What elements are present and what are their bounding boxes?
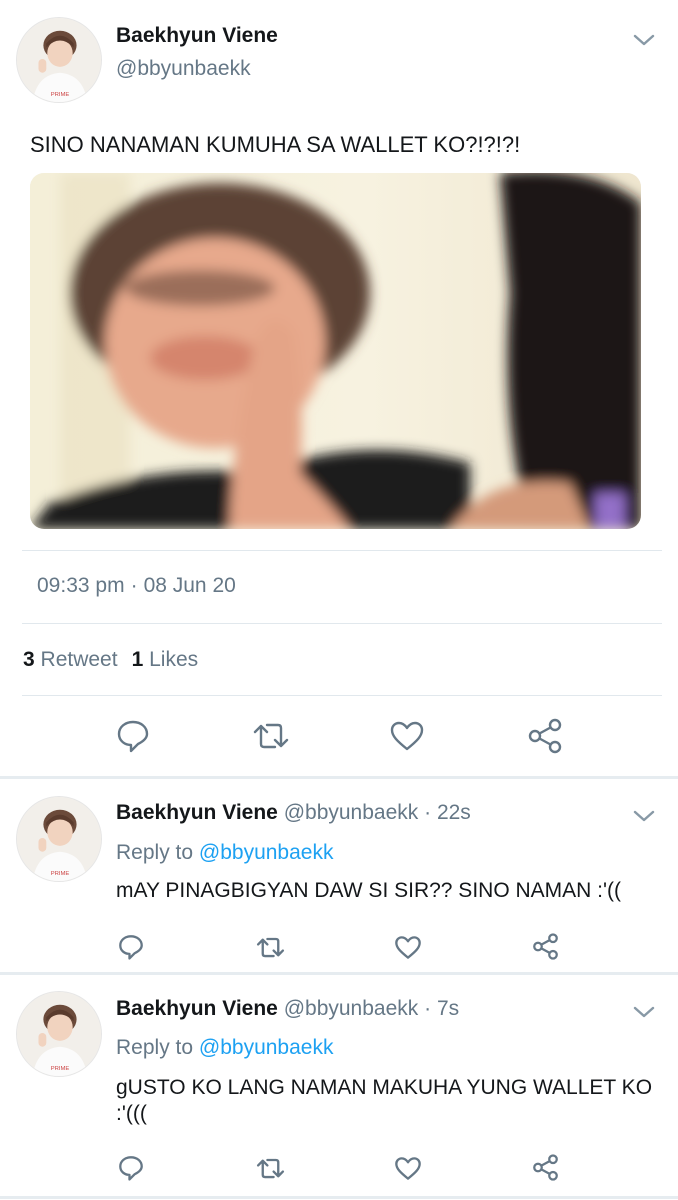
- tweet-text: SINO NANAMAN KUMUHA SA WALLET KO?!?!?!: [30, 132, 521, 157]
- chevron-down-icon[interactable]: [630, 30, 658, 50]
- retweet-button[interactable]: [255, 1156, 286, 1181]
- reply-icon: [119, 1156, 143, 1181]
- avatar-photo: PRIME: [17, 797, 101, 881]
- retweet-count: 3: [23, 648, 35, 671]
- author-handle[interactable]: @bbyunbaekk: [116, 57, 251, 81]
- like-button[interactable]: [394, 1156, 422, 1181]
- reply-text: gUSTO KO LANG NAMAN MAKUHA YUNG WALLET K…: [116, 1076, 653, 1125]
- like-button[interactable]: [389, 720, 425, 752]
- thread-divider: [0, 776, 678, 779]
- chevron-down-icon[interactable]: [630, 1002, 658, 1022]
- share-icon: [533, 933, 558, 960]
- avatar-photo: PRIME: [17, 18, 101, 102]
- like-stat[interactable]: 1 Likes: [132, 648, 199, 671]
- avatar-caption: PRIME: [51, 871, 70, 877]
- divider: [22, 623, 662, 624]
- avatar[interactable]: PRIME: [16, 991, 102, 1077]
- avatar-caption: PRIME: [51, 92, 70, 98]
- chevron-down-icon[interactable]: [630, 806, 658, 826]
- reply-button[interactable]: [118, 1155, 144, 1181]
- share-button[interactable]: [527, 718, 563, 754]
- reply-time: · 22s: [424, 801, 471, 824]
- share-button[interactable]: [532, 1154, 559, 1181]
- reply-to-handle[interactable]: @bbyunbaekk: [199, 1036, 334, 1059]
- tweet-photo[interactable]: [30, 173, 641, 529]
- retweet-icon: [256, 937, 285, 958]
- reply-text: mAY PINAGBIGYAN DAW SI SIR?? SINO NAMAN …: [116, 879, 621, 902]
- author-name[interactable]: Baekhyun Viene: [116, 801, 278, 824]
- retweet-button[interactable]: [255, 935, 286, 960]
- reply-to-label: Reply to: [116, 1036, 194, 1059]
- author-handle[interactable]: @bbyunbaekk: [284, 801, 419, 824]
- meta-separator: ·: [130, 574, 138, 597]
- share-icon: [533, 1154, 558, 1181]
- author-name[interactable]: Baekhyun Viene: [116, 997, 278, 1020]
- reply-to-label: Reply to: [116, 841, 194, 864]
- like-count: 1: [131, 648, 144, 671]
- divider: [22, 695, 662, 696]
- share-button[interactable]: [532, 933, 559, 960]
- reply-button[interactable]: [118, 934, 144, 960]
- retweet-stat[interactable]: 3 Retweet: [23, 648, 118, 671]
- heart-icon: [395, 1157, 421, 1180]
- reply-time: · 7s: [424, 997, 460, 1020]
- like-button[interactable]: [394, 935, 422, 960]
- thread-divider: [0, 972, 678, 975]
- retweet-button[interactable]: [251, 720, 291, 752]
- thread-divider: [0, 1196, 678, 1199]
- author-handle[interactable]: @bbyunbaekk: [284, 997, 419, 1020]
- avatar[interactable]: PRIME: [16, 17, 102, 103]
- like-label: Likes: [149, 648, 199, 671]
- avatar-caption: PRIME: [51, 1066, 70, 1072]
- reply-icon: [117, 720, 149, 753]
- reply-to-handle[interactable]: @bbyunbaekk: [199, 841, 334, 864]
- heart-icon: [390, 721, 424, 751]
- tweet-time: 09:33 pm: [37, 574, 125, 597]
- reply-to: Reply to @bbyunbaekk: [116, 841, 333, 865]
- author-header: Baekhyun Viene @bbyunbaekk · 7s: [116, 997, 459, 1021]
- reply-to: Reply to @bbyunbaekk: [116, 1036, 333, 1060]
- retweet-icon: [256, 1158, 285, 1179]
- tweet-date: 08 Jun 20: [143, 574, 236, 597]
- retweet-label: Retweet: [40, 648, 118, 671]
- reply-icon: [119, 935, 143, 960]
- tweet-timestamp: 09:33 pm · 08 Jun 20: [37, 574, 236, 598]
- avatar[interactable]: PRIME: [16, 796, 102, 882]
- divider: [22, 550, 662, 551]
- author-name[interactable]: Baekhyun Viene: [116, 24, 278, 48]
- author-header: Baekhyun Viene @bbyunbaekk · 22s: [116, 801, 471, 825]
- reply-button[interactable]: [116, 719, 150, 753]
- share-icon: [528, 718, 562, 754]
- heart-icon: [395, 936, 421, 959]
- retweet-icon: [253, 723, 289, 749]
- avatar-photo: PRIME: [17, 992, 101, 1076]
- engagement-stats: 3 Retweet 1 Likes: [23, 648, 198, 672]
